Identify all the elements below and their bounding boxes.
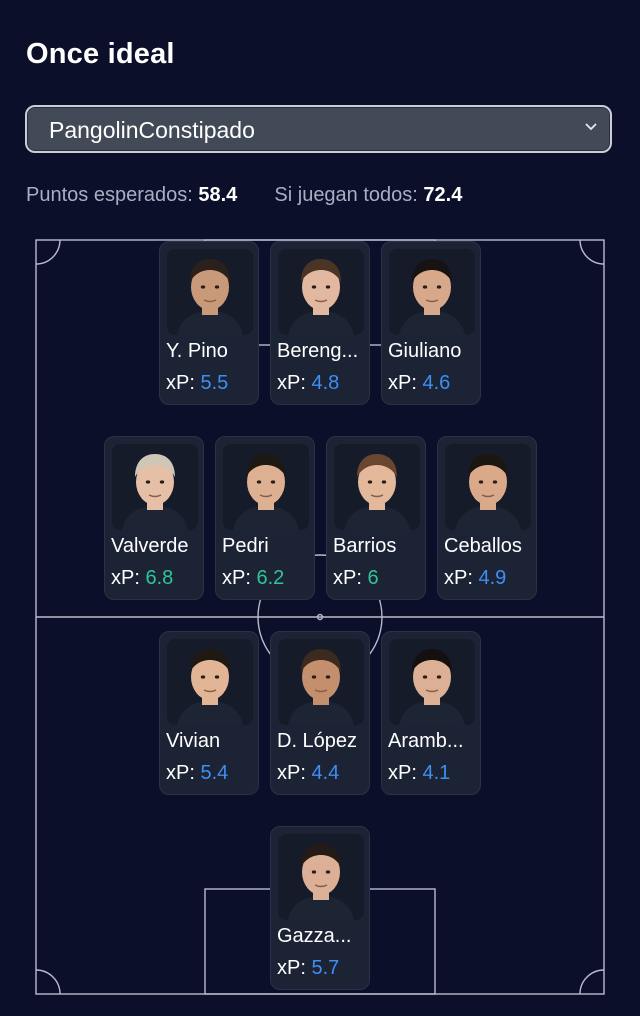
xp-value: 4.9 <box>478 567 507 589</box>
player-name: D. López <box>277 730 358 752</box>
xp-label: xP: <box>277 372 306 394</box>
player-name: Ceballos <box>444 535 522 557</box>
xp-value: 6 <box>367 567 379 589</box>
player-card[interactable]: Ceballos xP: 4.9 <box>437 436 537 600</box>
player-card[interactable]: Pedri xP: 6.2 <box>215 436 315 600</box>
player-photo <box>167 249 253 335</box>
xp-label: xP: <box>444 567 473 589</box>
xp-label: xP: <box>388 762 417 784</box>
xp-value: 4.4 <box>311 762 340 784</box>
player-xp: xP: 5.4 <box>166 762 228 785</box>
xp-label: xP: <box>166 372 195 394</box>
player-card[interactable]: Valverde xP: 6.8 <box>104 436 204 600</box>
player-card[interactable]: Gazza... xP: 5.7 <box>270 826 370 990</box>
xp-label: xP: <box>222 567 251 589</box>
xp-label: xP: <box>333 567 362 589</box>
player-xp: xP: 5.7 <box>277 957 339 980</box>
player-name: Aramb... <box>388 730 464 752</box>
player-card[interactable]: Y. Pino xP: 5.5 <box>159 241 259 405</box>
player-name: Barrios <box>333 535 397 557</box>
player-xp: xP: 4.9 <box>444 567 506 590</box>
corner-arc-top-left <box>35 239 61 265</box>
xp-label: xP: <box>277 957 306 979</box>
player-name: Y. Pino <box>166 340 228 362</box>
player-name: Vivian <box>166 730 221 752</box>
player-name: Pedri <box>222 535 269 557</box>
xp-value: 4.6 <box>422 372 451 394</box>
player-xp: xP: 4.8 <box>277 372 339 395</box>
player-card[interactable]: D. López xP: 4.4 <box>270 631 370 795</box>
xp-value: 6.8 <box>145 567 174 589</box>
xp-value: 5.4 <box>200 762 229 784</box>
player-photo <box>223 444 309 530</box>
xp-value: 5.7 <box>311 957 340 979</box>
xp-label: xP: <box>111 567 140 589</box>
xp-value: 6.2 <box>256 567 285 589</box>
xp-label: xP: <box>277 762 306 784</box>
player-xp: xP: 4.1 <box>388 762 450 785</box>
player-name: Giuliano <box>388 340 462 362</box>
corner-arc-top-right <box>579 239 605 265</box>
player-card[interactable]: Aramb... xP: 4.1 <box>381 631 481 795</box>
player-card[interactable]: Bereng... xP: 4.8 <box>270 241 370 405</box>
player-name: Valverde <box>111 535 189 557</box>
player-card[interactable]: Vivian xP: 5.4 <box>159 631 259 795</box>
xp-value: 5.5 <box>200 372 229 394</box>
player-photo <box>278 834 364 920</box>
player-photo <box>445 444 531 530</box>
player-photo <box>278 639 364 725</box>
xp-value: 4.1 <box>422 762 451 784</box>
player-xp: xP: 6.2 <box>222 567 284 590</box>
corner-arc-bottom-right <box>579 969 605 995</box>
xp-label: xP: <box>388 372 417 394</box>
player-photo <box>278 249 364 335</box>
xp-label: xP: <box>166 762 195 784</box>
player-xp: xP: 5.5 <box>166 372 228 395</box>
player-photo <box>167 639 253 725</box>
player-card[interactable]: Barrios xP: 6 <box>326 436 426 600</box>
player-photo <box>334 444 420 530</box>
corner-arc-bottom-left <box>35 969 61 995</box>
player-photo <box>389 249 475 335</box>
player-photo <box>389 639 475 725</box>
player-xp: xP: 6.8 <box>111 567 173 590</box>
player-card[interactable]: Giuliano xP: 4.6 <box>381 241 481 405</box>
player-name: Gazza... <box>277 925 352 947</box>
player-xp: xP: 6 <box>333 567 379 590</box>
xp-value: 4.8 <box>311 372 340 394</box>
player-photo <box>112 444 198 530</box>
player-xp: xP: 4.6 <box>388 372 450 395</box>
player-name: Bereng... <box>277 340 359 362</box>
player-xp: xP: 4.4 <box>277 762 339 785</box>
